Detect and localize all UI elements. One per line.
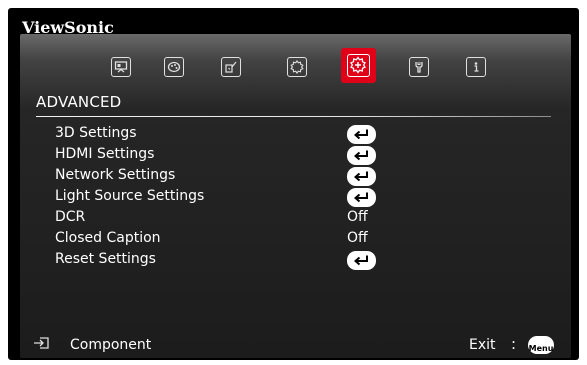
menu-item-label: DCR — [55, 209, 86, 225]
enter-icon[interactable] — [347, 125, 376, 144]
enter-icon[interactable] — [347, 146, 376, 165]
tab-basic[interactable] — [287, 57, 307, 77]
enter-icon[interactable] — [347, 188, 376, 207]
tab-information[interactable] — [466, 57, 486, 77]
menu-item-light-source-settings[interactable]: Light Source Settings — [55, 187, 475, 208]
menu-item-label: Network Settings — [55, 167, 176, 183]
menu-key-label: Menu — [528, 344, 554, 353]
menu-item-closed-caption[interactable]: Closed Caption Off — [55, 229, 475, 250]
gear-icon — [290, 60, 304, 74]
tab-system[interactable] — [409, 57, 429, 77]
menu-item-label: 3D Settings — [55, 125, 137, 141]
info-icon — [474, 62, 479, 72]
exit-label: Exit — [469, 337, 496, 353]
menu-item-reset-settings[interactable]: Reset Settings — [55, 250, 475, 271]
title-divider — [36, 116, 551, 117]
enter-icon[interactable] — [347, 251, 376, 270]
enter-icon[interactable] — [347, 167, 376, 186]
wrench-icon — [415, 62, 423, 73]
tab-advanced[interactable] — [341, 48, 376, 83]
tab-image[interactable] — [164, 57, 184, 77]
display-icon — [114, 61, 128, 73]
current-source: Component — [70, 337, 152, 353]
palette-icon — [167, 61, 181, 73]
power-management-icon — [225, 61, 237, 73]
menu-item-hdmi-settings[interactable]: HDMI Settings — [55, 145, 475, 166]
menu-item-3d-settings[interactable]: 3D Settings — [55, 124, 475, 145]
tab-display[interactable] — [111, 57, 131, 77]
menu-item-label: Light Source Settings — [55, 188, 205, 204]
menu-item-network-settings[interactable]: Network Settings — [55, 166, 475, 187]
page-title: ADVANCED — [36, 93, 122, 111]
tab-power[interactable] — [221, 57, 241, 77]
menu-item-value: Off — [347, 209, 368, 225]
menu-item-dcr[interactable]: DCR Off — [55, 208, 475, 229]
exit-separator: : — [511, 335, 517, 353]
menu-item-label: HDMI Settings — [55, 146, 155, 162]
advanced-gear-icon — [350, 56, 366, 74]
menu-item-label: Reset Settings — [55, 251, 156, 267]
menu-item-value: Off — [347, 230, 368, 246]
menu-key-button[interactable]: Menu — [528, 336, 554, 354]
tab-advanced-frame — [347, 54, 370, 77]
menu-item-label: Closed Caption — [55, 230, 161, 246]
input-source-icon — [34, 337, 49, 349]
